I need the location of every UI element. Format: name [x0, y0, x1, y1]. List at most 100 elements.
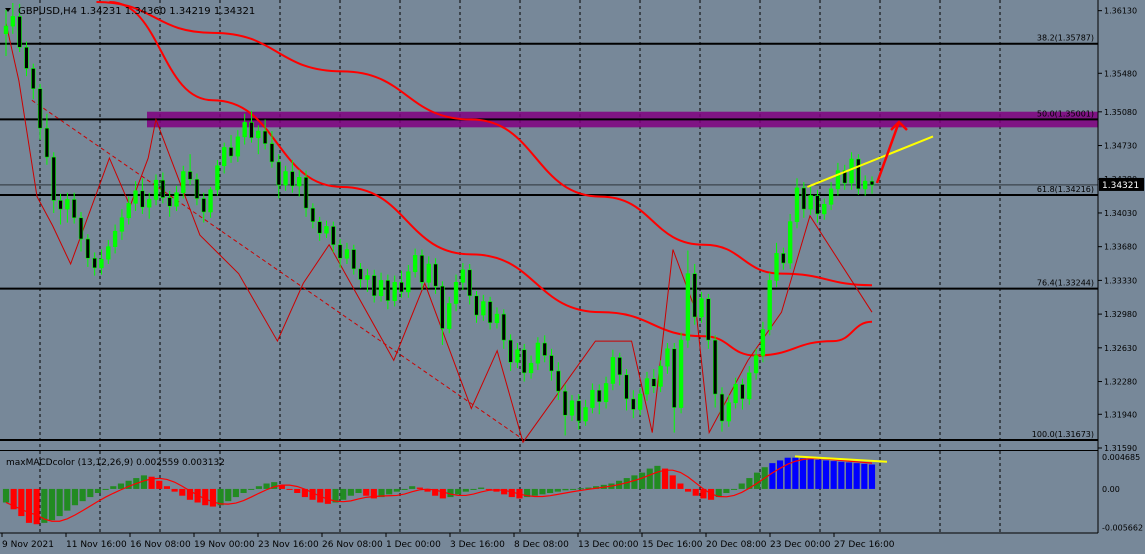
y-tick-label: 1.34030 [1104, 209, 1137, 218]
macd-bar [171, 488, 178, 492]
candle-body [501, 313, 506, 341]
macd-bar [33, 488, 40, 525]
x-tick-label: 26 Nov 08:00 [322, 540, 383, 550]
y-tick-label: 1.33680 [1104, 243, 1137, 252]
candle-body [576, 400, 581, 422]
y-tick-label: 1.31590 [1104, 444, 1137, 453]
candle-body [228, 147, 234, 157]
macd-bar [48, 488, 56, 521]
macd-bar [784, 457, 791, 489]
macd-bar [769, 463, 776, 489]
macd-bar [286, 488, 293, 490]
candle-body [481, 301, 486, 316]
macd-bar [2, 488, 10, 503]
macd-bar [830, 461, 837, 489]
candle-body [849, 158, 854, 184]
candle-body [208, 189, 213, 213]
macd-bar [455, 488, 462, 495]
candle-body [610, 357, 616, 384]
candle-body [399, 282, 404, 293]
candle-body [37, 88, 43, 129]
macd-tick-label: 0.00 [1102, 485, 1120, 494]
candle-body [365, 275, 370, 280]
x-tick-label: 9 Nov 2021 [2, 540, 54, 550]
macd-bar [685, 488, 692, 492]
candle-body [556, 370, 561, 392]
candle-body [467, 269, 472, 297]
candle-body [706, 298, 711, 341]
candle-body [242, 122, 247, 138]
macd-bar [669, 475, 676, 489]
candle-body [822, 203, 827, 215]
candle-body [453, 282, 459, 304]
candle-body [474, 295, 479, 316]
x-tick-label: 19 Nov 00:00 [194, 540, 255, 550]
macd-bar [723, 488, 730, 493]
candle-body [297, 177, 302, 187]
candle-body [740, 384, 745, 400]
candle-body [10, 16, 15, 27]
candle-body [624, 374, 629, 400]
macd-bar [64, 488, 71, 511]
candle-body [65, 199, 70, 210]
candle-body [235, 136, 241, 157]
indicator-header: maxMACDcolor (13,12,26,9) 0.002559 0.003… [6, 458, 225, 468]
trading-chart[interactable]: 38.2(1.35787) 50.0(1.35001) 61.8(1.34216) 7… [0, 0, 1145, 554]
candle-body [44, 127, 50, 158]
y-tick-label: 1.34730 [1104, 142, 1137, 151]
candle-body [201, 198, 206, 213]
fib-label: 76.4(1.33244) [1037, 279, 1094, 288]
candle-body [58, 200, 63, 210]
candle-body [569, 400, 575, 416]
candle-body [303, 177, 309, 209]
candle-body [863, 180, 868, 190]
candle-body [181, 171, 186, 194]
macd-bar [646, 468, 653, 489]
candle-body [222, 147, 227, 167]
x-tick-label: 3 Dec 16:00 [450, 540, 505, 550]
candle-body [147, 199, 152, 208]
candle-body [51, 156, 56, 201]
candle-body [140, 190, 145, 208]
macd-bar [730, 488, 738, 490]
candle-body [17, 16, 22, 48]
macd-bar [799, 458, 807, 489]
x-tick-label: 16 Nov 08:00 [130, 540, 191, 550]
candle-body [753, 355, 759, 374]
candle-body [678, 339, 684, 408]
macd-bar [662, 468, 669, 489]
candle-body [658, 365, 663, 387]
candle-body [433, 263, 438, 287]
candle-body [699, 298, 704, 318]
macd-bar [225, 488, 232, 502]
y-tick-label: 1.32280 [1104, 378, 1137, 387]
macd-bar [753, 472, 761, 489]
candle-body [447, 303, 452, 329]
fib-label: 38.2(1.35787) [1037, 34, 1094, 43]
candle-body [419, 255, 425, 283]
candle-body [617, 357, 622, 376]
macd-bar [845, 462, 853, 489]
macd-bar [202, 488, 209, 506]
candle-body [494, 313, 500, 324]
candle-body [644, 378, 650, 395]
candle-body [3, 25, 9, 35]
macd-bar [340, 488, 347, 500]
x-tick-label: 8 Dec 08:00 [514, 540, 569, 550]
candle-body [440, 285, 445, 329]
candle-body [153, 179, 159, 200]
macd-tick-label: -0.005662 [1102, 523, 1143, 532]
macd-bar [470, 488, 477, 490]
candle-body [726, 402, 731, 422]
macd-bar [738, 483, 745, 489]
candle-body [781, 253, 786, 264]
candle-body [801, 187, 806, 210]
x-tick-label: 15 Dec 16:00 [642, 540, 703, 550]
candle-body [787, 221, 793, 264]
macd-bar [156, 480, 163, 489]
macd-bar [56, 488, 63, 517]
candle-body [747, 372, 752, 400]
candle-body [542, 342, 547, 356]
macd-bar [163, 486, 171, 489]
candle-body [712, 339, 718, 395]
